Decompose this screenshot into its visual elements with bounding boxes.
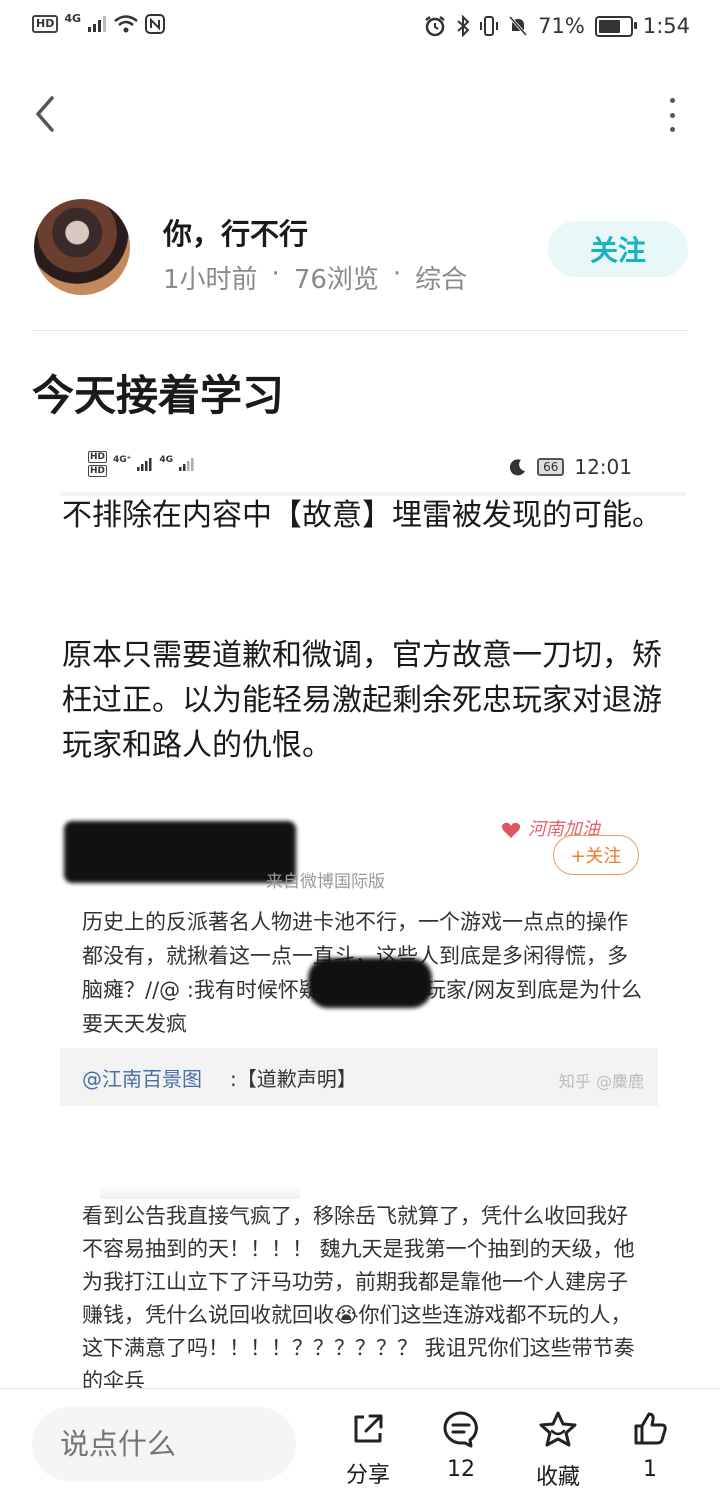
thumbs-up-icon <box>634 1412 667 1445</box>
back-arrow-icon <box>36 96 54 132</box>
follow-button[interactable]: 关注 <box>548 221 688 277</box>
meta-separator: · <box>392 259 402 289</box>
divider <box>32 330 688 331</box>
author-block: 你，行不行 1小时前 · 76浏览 · 综合 关注 <box>0 195 720 305</box>
redacted-mention <box>308 958 432 1008</box>
signal-icon <box>88 16 107 32</box>
share-label: 分享 <box>345 1463 390 1488</box>
view-count: 76浏览 <box>293 265 379 295</box>
more-dot <box>669 98 675 103</box>
embedded-network-label: 4G <box>159 455 174 465</box>
embedded-weibo-card: 来自微博国际版 河南加油 +关注 历史上的反派著名人物进卡池不行，一个游戏一点点… <box>60 815 660 1107</box>
embedded-network-label: 4G⁺ <box>113 455 132 465</box>
zhihu-watermark: 知乎 @麋鹿 <box>558 1072 644 1091</box>
comment-button[interactable]: 12 <box>421 1409 501 1482</box>
share-button[interactable]: 分享 <box>328 1409 408 1489</box>
more-dot <box>669 112 675 118</box>
like-button[interactable]: 1 <box>610 1409 690 1482</box>
vibrate-icon <box>480 16 499 36</box>
more-button[interactable] <box>662 98 682 132</box>
comment-input[interactable] <box>32 1407 296 1481</box>
embedded-status-bar: HD HD 4G⁺ 4G 66 12:01 <box>60 445 660 491</box>
alarm-icon <box>425 16 445 37</box>
weibo-text: 看到公告我直接气疯了，移除岳飞就算了，凭什么收回我好不容易抽到的天！！！！ 魏九… <box>82 1204 635 1390</box>
author-meta: 1小时前 · 76浏览 · 综合 <box>163 259 467 296</box>
comment-count: 12 <box>447 1457 475 1482</box>
comment-icon <box>443 1411 478 1448</box>
embedded-status-left: HD HD 4G⁺ 4G <box>88 451 195 477</box>
hd-icon: HD <box>32 15 59 33</box>
network-label: 4G <box>64 11 82 25</box>
weibo-source: 来自微博国际版 <box>266 872 385 892</box>
like-count: 1 <box>643 1457 657 1482</box>
weibo-reference: @江南百景图 :【道歉声明】 知乎 @麋鹿 <box>60 1048 658 1106</box>
embedded-hd-label: HD <box>88 451 108 463</box>
avatar[interactable] <box>34 199 130 295</box>
heart-icon <box>501 822 521 838</box>
star-icon <box>539 1411 577 1447</box>
wifi-icon <box>114 15 138 33</box>
cropped-text-edge <box>100 1185 300 1199</box>
weibo-follow-button: +关注 <box>553 835 639 875</box>
embedded-time: 12:01 <box>574 455 632 479</box>
weibo-ref-link: @江南百景图 <box>82 1067 202 1091</box>
embedded-weibo-card: 看到公告我直接气疯了，移除岳飞就算了，凭什么收回我好不容易抽到的天！！！！ 魏九… <box>60 1180 660 1390</box>
status-left: HD 4G <box>32 11 166 34</box>
embedded-battery: 66 <box>537 458 565 476</box>
favorite-button[interactable]: 收藏 <box>518 1409 598 1491</box>
more-dot <box>669 127 675 132</box>
battery-percent: 71% <box>538 14 585 38</box>
redacted-username <box>64 821 296 883</box>
embedded-status-right: 66 12:01 <box>509 455 632 479</box>
top-nav <box>0 80 720 150</box>
mute-bell-icon <box>509 16 528 36</box>
status-bar: HD 4G 71% 1:54 <box>0 0 720 58</box>
post-paragraph: 不排除在内容中【故意】埋雷被发现的可能。 <box>62 498 662 533</box>
post-paragraph: 原本只需要道歉和微调，官方故意一刀切，矫枉过正。以为能轻易激起剩余死忠玩家对退游… <box>62 638 662 763</box>
post-title: 今天接着学习 <box>32 371 285 420</box>
post-category: 综合 <box>415 265 468 295</box>
back-button[interactable] <box>30 92 70 136</box>
bottom-action-bar: 分享 12 收藏 1 <box>0 1388 720 1497</box>
bluetooth-icon <box>457 15 470 37</box>
status-right: 71% 1:54 <box>424 14 690 38</box>
embedded-signal-icon <box>179 458 194 471</box>
share-icon <box>354 1414 383 1443</box>
moon-icon <box>509 459 526 476</box>
post-time: 1小时前 <box>163 265 258 295</box>
meta-separator: · <box>271 259 280 289</box>
embedded-hd-label: HD <box>88 465 108 477</box>
author-name[interactable]: 你，行不行 <box>163 211 308 253</box>
weibo-ref-text: :【道歉声明】 <box>230 1067 357 1091</box>
embedded-signal-icon <box>137 458 152 471</box>
battery-icon <box>594 15 637 37</box>
status-time: 1:54 <box>642 14 690 38</box>
nfc-icon <box>145 14 166 34</box>
favorite-label: 收藏 <box>535 1465 580 1490</box>
